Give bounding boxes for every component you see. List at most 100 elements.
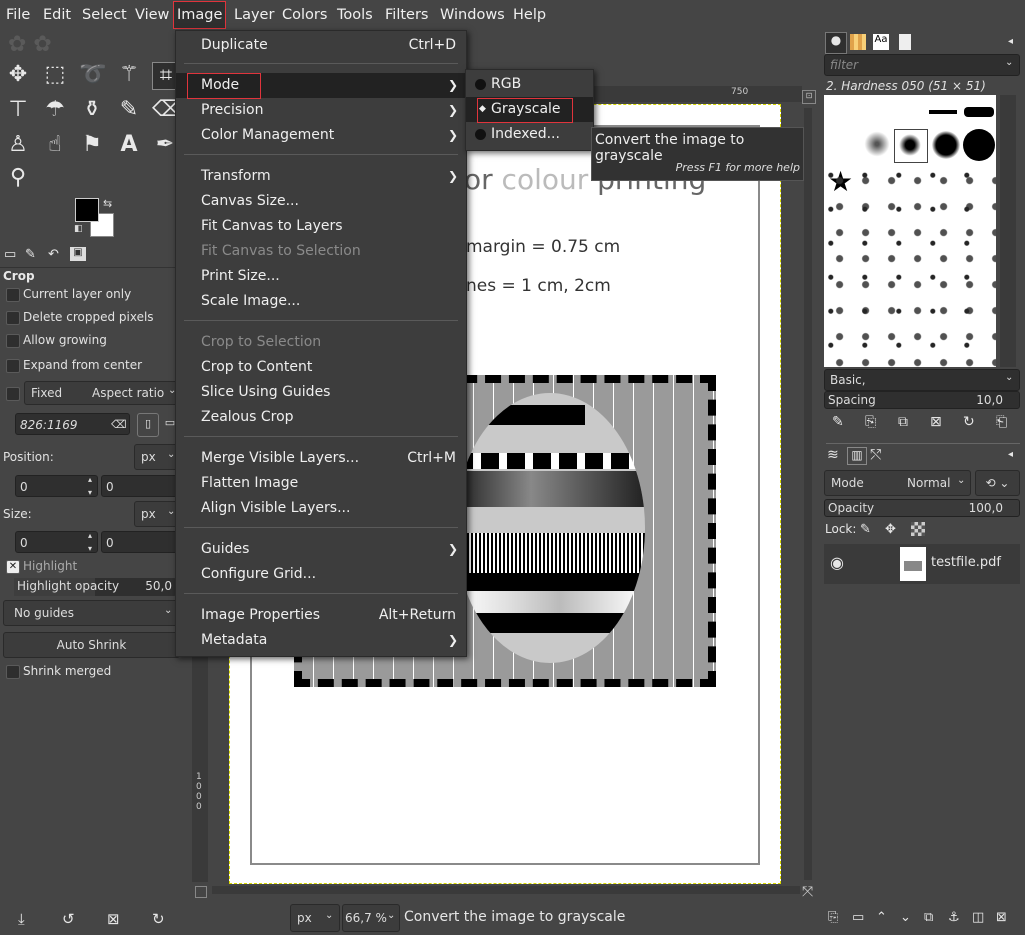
delete-layer-icon[interactable]: ⊠: [996, 910, 1007, 925]
menu-filters[interactable]: Filters: [385, 0, 428, 30]
lower-layer-icon[interactable]: ⌄: [900, 910, 911, 925]
spacing-slider[interactable]: Spacing 10,0: [824, 391, 1020, 409]
warp-tool-icon[interactable]: ☂: [42, 97, 68, 123]
expand-center-checkbox[interactable]: [6, 359, 20, 373]
menu-view[interactable]: View: [135, 0, 169, 30]
zoom-fit-icon[interactable]: ⊡: [802, 90, 816, 104]
edit-brush-icon[interactable]: ✎: [832, 414, 844, 430]
ratio-input[interactable]: 826:1169 ⌫: [15, 413, 130, 435]
undo-history-tab-icon[interactable]: ↶: [48, 247, 59, 262]
channels-tab-icon[interactable]: ▥: [847, 447, 867, 465]
menu-item-color-management[interactable]: Color Management ❯: [176, 123, 466, 148]
fuzzy-select-icon[interactable]: ⚚: [116, 62, 142, 88]
menu-item-canvas-size[interactable]: Canvas Size...: [176, 189, 466, 214]
delete-cropped-checkbox[interactable]: [6, 311, 20, 325]
portrait-icon[interactable]: ▯: [137, 413, 159, 437]
foreground-color-swatch[interactable]: [75, 198, 99, 222]
menu-item-zealous-crop[interactable]: Zealous Crop: [176, 405, 466, 430]
spin-icon[interactable]: ▴ ▾: [88, 529, 92, 555]
menu-edit[interactable]: Edit: [43, 0, 71, 30]
anchor-layer-icon[interactable]: ⚓: [948, 910, 960, 925]
menu-item-slice-guides[interactable]: Slice Using Guides: [176, 380, 466, 405]
zoom-dropdown[interactable]: 66,7 % ⌄: [342, 904, 400, 932]
eye-icon[interactable]: ◉: [830, 553, 844, 572]
menu-item-guides[interactable]: Guides ❯: [176, 537, 466, 562]
clone-tool-icon[interactable]: ♙: [5, 132, 31, 158]
swap-colors-icon[interactable]: ⇆: [103, 197, 112, 210]
allow-growing-checkbox[interactable]: [6, 334, 20, 348]
menu-item-scale-image[interactable]: Scale Image...: [176, 289, 466, 314]
paintbrush-icon[interactable]: ✎: [116, 97, 142, 123]
menu-item-merge-visible[interactable]: Merge Visible Layers... Ctrl+M: [176, 446, 466, 471]
menu-item-mode[interactable]: Mode ❯: [176, 73, 466, 99]
shrink-merged-checkbox[interactable]: [6, 665, 20, 679]
new-brush-icon[interactable]: ⎘: [865, 414, 876, 430]
brush-tag-dropdown[interactable]: Basic, ⌄: [824, 369, 1020, 391]
default-colors-icon[interactable]: ◧: [74, 224, 83, 234]
menu-help[interactable]: Help: [513, 0, 546, 30]
highlight-checkbox[interactable]: ✕: [6, 560, 20, 574]
navigate-icon[interactable]: ⤧: [802, 884, 813, 900]
current-layer-only-checkbox[interactable]: [6, 288, 20, 302]
zoom-tool-icon[interactable]: ⚲: [5, 165, 31, 191]
document-history-tab-icon[interactable]: [899, 34, 911, 50]
menu-item-configure-grid[interactable]: Configure Grid...: [176, 562, 466, 587]
lock-alpha-icon[interactable]: [911, 522, 925, 536]
images-tab-icon[interactable]: ▣: [70, 247, 86, 261]
brush-scrollbar[interactable]: [1000, 95, 1016, 367]
device-status-tab-icon[interactable]: ✎: [25, 247, 36, 262]
lasso-icon[interactable]: ➰: [79, 62, 106, 88]
fixed-mode-dropdown[interactable]: Fixed Aspect ratio ⌄: [24, 381, 178, 405]
delete-options-icon[interactable]: ⊠: [107, 910, 120, 928]
layer-opacity-slider[interactable]: Opacity 100,0: [824, 499, 1020, 517]
menu-layer[interactable]: Layer: [234, 0, 274, 30]
menu-item-grayscale[interactable]: ◆ Grayscale: [466, 97, 593, 123]
menu-item-precision[interactable]: Precision ❯: [176, 98, 466, 123]
delete-brush-icon[interactable]: ⊠: [930, 414, 942, 430]
layer-mode-dropdown[interactable]: Mode Normal ⌄: [824, 470, 971, 496]
menu-windows[interactable]: Windows: [440, 0, 505, 30]
menu-item-fit-canvas-layers[interactable]: Fit Canvas to Layers: [176, 214, 466, 239]
brush-grid[interactable]: ★: [824, 95, 996, 367]
save-options-icon[interactable]: ⤓: [18, 910, 25, 928]
menu-item-duplicate[interactable]: Duplicate Ctrl+D: [176, 33, 466, 58]
vertical-scrollbar[interactable]: [804, 108, 812, 880]
patterns-tab-icon[interactable]: [850, 34, 866, 50]
quickmask-icon[interactable]: [195, 886, 207, 898]
menu-item-rgb[interactable]: RGB: [466, 72, 593, 97]
menu-select[interactable]: Select: [82, 0, 127, 30]
duplicate-layer-icon[interactable]: ⧉: [924, 910, 933, 925]
spin-icon[interactable]: ▴ ▾: [88, 473, 92, 499]
lock-pixels-icon[interactable]: ✎: [860, 522, 871, 537]
layer-row[interactable]: ◉ testfile.pdf: [824, 544, 1020, 584]
new-group-icon[interactable]: ▭: [852, 910, 864, 925]
unit-dropdown[interactable]: px ⌄: [290, 904, 340, 932]
duplicate-brush-icon[interactable]: ⧉: [898, 414, 908, 430]
highlight-opacity-slider[interactable]: Highlight opacity 50,0: [14, 578, 176, 596]
menu-file[interactable]: File: [6, 0, 30, 30]
layers-tab-icon[interactable]: ≋: [827, 447, 839, 463]
paths-tool-icon[interactable]: ⚑: [79, 132, 105, 158]
bucket-fill-icon[interactable]: ⚱: [79, 97, 105, 123]
text-tool-icon[interactable]: A: [116, 132, 142, 158]
menu-image[interactable]: Image: [173, 1, 227, 29]
smudge-tool-icon[interactable]: ☝: [42, 132, 68, 158]
lock-position-icon[interactable]: ✥: [885, 522, 896, 537]
menu-item-align-visible[interactable]: Align Visible Layers...: [176, 496, 466, 521]
menu-colors[interactable]: Colors: [282, 0, 327, 30]
move-tool-icon[interactable]: ✥: [5, 62, 31, 88]
reset-options-icon[interactable]: ↻: [152, 910, 165, 928]
position-unit-dropdown[interactable]: px ⌄: [134, 444, 180, 470]
menu-item-flatten[interactable]: Flatten Image: [176, 471, 466, 496]
menu-item-crop-content[interactable]: Crop to Content: [176, 355, 466, 380]
size-y-input[interactable]: 0: [101, 531, 180, 553]
open-brush-icon[interactable]: ⎗: [996, 414, 1007, 430]
size-x-input[interactable]: 0 ▴ ▾: [15, 531, 98, 553]
refresh-brushes-icon[interactable]: ↻: [963, 414, 975, 430]
menu-item-indexed[interactable]: Indexed...: [466, 122, 593, 147]
composite-mode-dropdown[interactable]: ⟲ ⌄: [975, 470, 1020, 496]
horizontal-scrollbar[interactable]: [212, 886, 800, 894]
restore-options-icon[interactable]: ↺: [62, 910, 75, 928]
tool-options-tab-icon[interactable]: ▭: [4, 247, 16, 262]
position-x-input[interactable]: 0 ▴ ▾: [15, 475, 98, 497]
